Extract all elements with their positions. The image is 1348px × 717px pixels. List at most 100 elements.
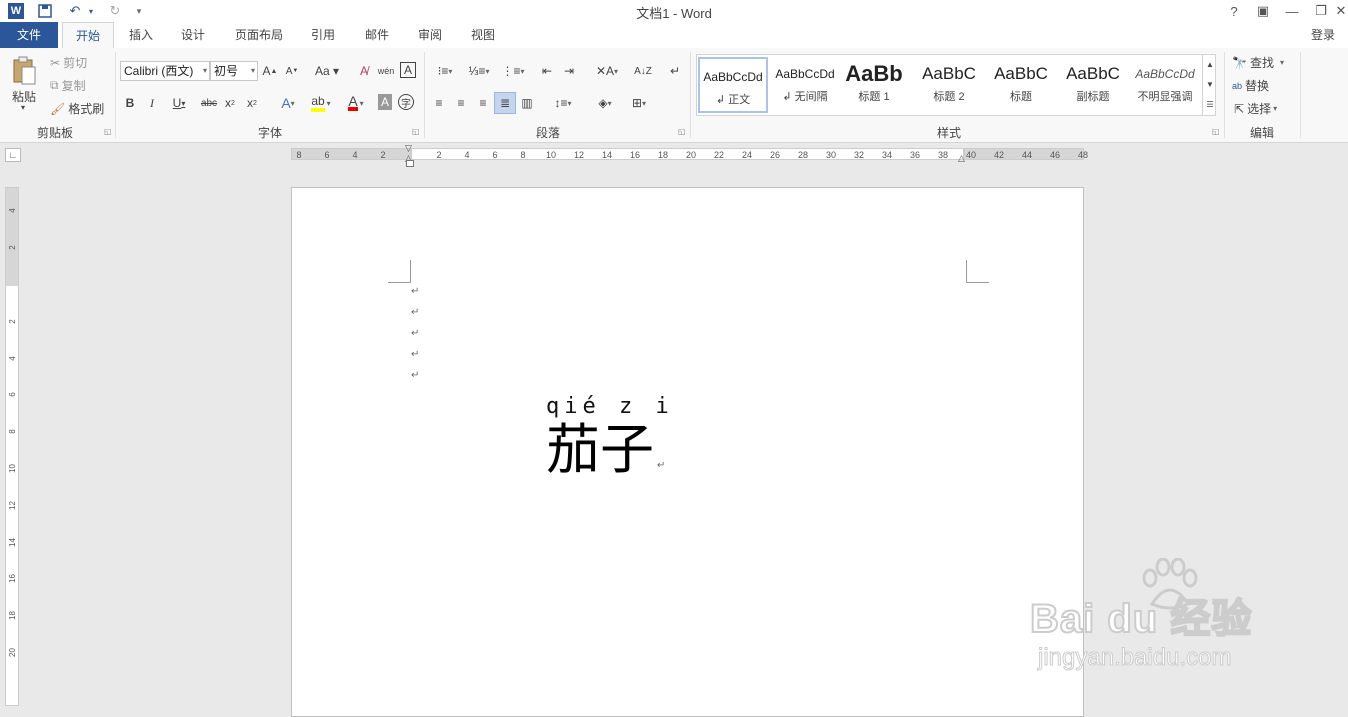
tab-home[interactable]: 开始 [62,22,114,48]
style-name: ↲ 无间隔 [782,91,828,103]
char-shading-icon[interactable]: A [378,94,392,110]
paragraph-mark: ↵ [411,307,420,318]
highlight-icon[interactable]: ab ▾ [306,94,336,112]
separator [690,52,691,138]
gallery-down-icon[interactable]: ▼ [1203,74,1217,94]
ribbon-display-icon[interactable]: ▣ [1249,0,1277,22]
style-subtitle[interactable]: AaBbC 副标题 [1058,56,1128,114]
paragraph-mark: ↵ [411,370,420,381]
strikethrough-icon[interactable]: abc [200,94,218,112]
italic-icon[interactable]: I [144,94,160,112]
text-effects-icon[interactable]: A ▾ [276,94,300,112]
superscript-icon[interactable]: x2 [244,94,260,112]
paragraph-mark: ↵ [411,349,420,360]
style-sample: AaBbC [922,64,976,83]
align-right-icon[interactable]: ≡ [474,94,492,112]
justify-icon[interactable]: ≣ [494,92,516,114]
format-painter-button[interactable]: 🖌 格式刷 [50,100,104,117]
tab-design[interactable]: 设计 [170,22,216,48]
paragraph-launcher-icon[interactable]: ◱ [678,128,686,136]
cursor-icon: ⇱ [1234,101,1245,116]
tab-file[interactable]: 文件 [0,22,58,48]
signin-link[interactable]: 登录 [1300,22,1346,48]
ruler-tick-label: 28 [797,150,808,160]
ruler-tick-label: 12 [573,150,584,160]
phonetic-guide-icon[interactable]: wén [378,62,395,80]
left-indent-icon[interactable] [406,160,414,167]
copy-button[interactable]: ⧉ 复制 [50,77,86,94]
paste-icon [12,56,36,89]
ruler-tick-label: 2 [380,150,386,160]
style-heading-2[interactable]: AaBbC 标题 2 [914,56,984,114]
chinese-layout-icon[interactable]: ✕A ▾ [592,62,622,80]
style-title[interactable]: AaBbC 标题 [986,56,1056,114]
pinyin-annotation: qié z i [546,394,674,419]
clear-format-icon[interactable]: A̸ [356,62,372,80]
tab-insert[interactable]: 插入 [118,22,164,48]
ruler-tick-label: 14 [601,150,612,160]
styles-launcher-icon[interactable]: ◱ [1212,128,1220,136]
align-center-icon[interactable]: ≡ [452,94,470,112]
font-color-icon[interactable]: A ▾ [342,94,370,112]
bold-icon[interactable]: B [122,94,138,112]
line-spacing-icon[interactable]: ↕≡ ▾ [548,94,578,112]
numbering-icon[interactable]: ⅓≡ ▾ [464,62,494,80]
help-icon[interactable]: ? [1220,0,1248,22]
char-border-icon[interactable]: A [400,62,416,78]
change-case-icon[interactable]: Aa ▾ [312,62,342,80]
style-heading-1[interactable]: AaBb 标题 1 [842,56,906,114]
restore-icon[interactable]: ❐ [1307,0,1335,22]
replace-label: 替换 [1245,79,1270,93]
align-left-icon[interactable]: ≡ [430,94,448,112]
style-no-spacing[interactable]: AaBbCcDd ↲ 无间隔 [770,56,840,114]
ribbon-tabs: 文件 开始 插入 设计 页面布局 引用 邮件 审阅 视图 登录 [0,22,1348,48]
font-launcher-icon[interactable]: ◱ [412,128,420,136]
find-button[interactable]: 🔭 查找 ▾ [1232,54,1284,71]
document-text[interactable]: 茄子 [546,418,654,482]
style-normal[interactable]: AaBbCcDd ↲ 正文 [698,57,768,113]
shading-icon[interactable]: ◈ ▾ [590,94,620,112]
ruler-tick-label: 2 [8,245,17,250]
ruler-tick-label: 16 [8,574,17,584]
gallery-up-icon[interactable]: ▲ [1203,54,1217,74]
close-icon[interactable]: ✕ [1334,0,1348,22]
font-name-combo[interactable]: Calibri (西文) ▾ [120,61,210,81]
copy-icon: ⧉ [50,78,59,92]
paste-button[interactable]: 粘贴 ▾ [6,54,42,114]
separator [1224,52,1225,138]
document-page[interactable]: ↵ ↵ ↵ ↵ ↵ qié z i 茄子 ↵ [291,187,1084,717]
select-button[interactable]: ⇱ 选择 ▾ [1234,100,1277,117]
enclose-char-icon[interactable]: 字 [398,94,414,110]
cut-button[interactable]: ✂ 剪切 [50,54,87,71]
tab-mailings[interactable]: 邮件 [354,22,400,48]
sort-icon[interactable]: A↓Z [634,62,652,80]
styles-group-label: 样式 [936,126,961,140]
tab-page-layout[interactable]: 页面布局 [226,22,292,48]
font-size-value: 初号 [214,64,239,78]
tab-review[interactable]: 审阅 [407,22,453,48]
clipboard-launcher-icon[interactable]: ◱ [104,128,112,136]
tab-references[interactable]: 引用 [300,22,346,48]
show-marks-icon[interactable]: ↵ [666,62,684,80]
font-size-combo[interactable]: 初号 ▾ [210,61,258,81]
decrease-indent-icon[interactable]: ⇤ [538,62,556,80]
tab-view[interactable]: 视图 [460,22,506,48]
separator [115,52,116,138]
shrink-font-icon[interactable]: A ▼ [284,62,300,80]
paragraph-mark: ↵ [411,286,420,297]
bullets-icon[interactable]: ⁝≡ ▾ [430,62,460,80]
increase-indent-icon[interactable]: ⇥ [560,62,578,80]
find-label: 查找 [1249,56,1274,70]
replace-button[interactable]: ab 替换 [1232,77,1269,94]
multilevel-list-icon[interactable]: ⋮≡ ▾ [498,62,528,80]
subscript-icon[interactable]: x2 [222,94,238,112]
borders-icon[interactable]: ⊞ ▾ [624,94,654,112]
paragraph-group-label: 段落 [535,126,560,140]
minimize-icon[interactable]: — [1278,0,1306,22]
grow-font-icon[interactable]: A ▲ [262,62,278,80]
style-subtle-emphasis[interactable]: AaBbCcDd 不明显强调 [1130,56,1200,114]
tab-selector-icon[interactable]: ∟ [5,148,21,162]
distribute-icon[interactable]: ▥ [518,94,536,112]
underline-icon[interactable]: U ▾ [166,94,192,112]
gallery-more-icon[interactable]: ☰ [1203,94,1217,114]
